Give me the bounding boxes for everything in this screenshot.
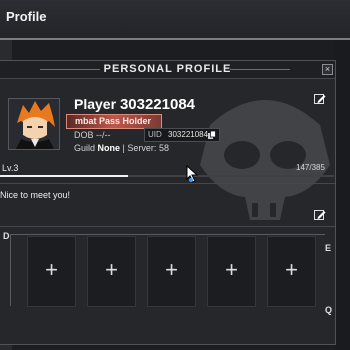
copy-icon[interactable] (208, 131, 216, 139)
combat-pass-badge: mbat Pass Holder (66, 114, 162, 129)
player-avatar[interactable] (8, 98, 60, 150)
xp-progress-fill (0, 175, 128, 177)
dob-field: DOB --/-- (74, 130, 111, 140)
uid-box: UID 303221084 (144, 128, 220, 142)
xp-progress-track (0, 175, 334, 177)
deck-slot-3[interactable]: + (147, 236, 196, 307)
server-value: 58 (158, 143, 169, 153)
deck-label-e: E (325, 243, 332, 253)
edit-bio-icon[interactable] (314, 209, 326, 221)
page-title: Profile (6, 9, 47, 24)
dob-label: DOB (74, 130, 94, 140)
edit-name-icon[interactable] (314, 93, 326, 105)
top-divider (0, 38, 350, 40)
player-name: Player 303221084 (74, 96, 195, 113)
deck-slot-1[interactable]: + (27, 236, 76, 307)
top-bar: Profile (0, 0, 350, 38)
close-button[interactable]: × (322, 64, 333, 75)
deck-label-d: D (3, 231, 10, 241)
guild-server-line: Guild None | Server: 58 (74, 143, 169, 153)
deck-slot-2[interactable]: + (87, 236, 136, 307)
deck-slot-4[interactable]: + (207, 236, 256, 307)
separator: | (122, 143, 125, 153)
player-id-number: 303221084 (119, 96, 196, 113)
bio-text: Nice to meet you! (0, 190, 71, 200)
guild-value: None (97, 143, 121, 153)
uid-value: 303221084 (168, 130, 209, 139)
player-name-prefix: Player (74, 96, 117, 112)
panel-header: PERSONAL PROFILE × (0, 61, 335, 79)
divider-bio (0, 226, 335, 227)
guild-label: Guild (74, 143, 96, 153)
server-label: Server: (127, 143, 157, 153)
uid-label: UID (148, 130, 162, 139)
level-label: Lv.3 (2, 163, 19, 173)
xp-text: 147/385 (296, 163, 325, 172)
deck-slot-5[interactable]: + (267, 236, 316, 307)
divider-level (0, 183, 335, 184)
cursor-icon (186, 165, 199, 183)
header-rule-right (230, 69, 290, 70)
avatar-portrait-icon (9, 99, 59, 149)
dob-value: --/-- (96, 130, 111, 140)
deck-label-q: Q (325, 305, 333, 315)
